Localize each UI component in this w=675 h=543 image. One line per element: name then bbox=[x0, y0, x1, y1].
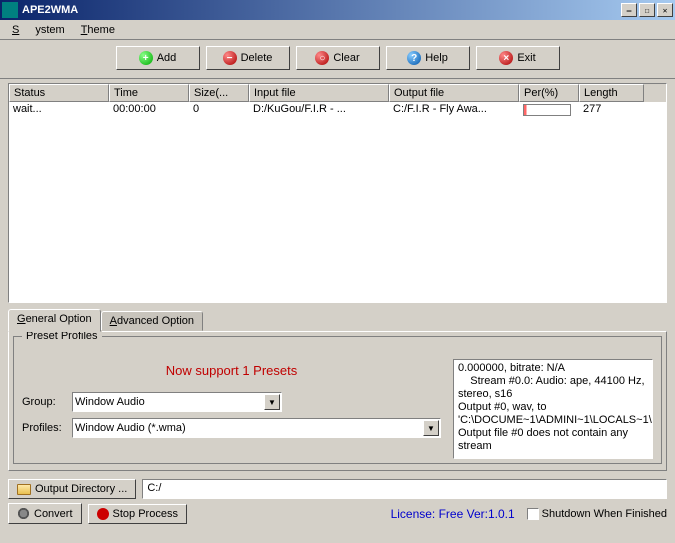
action-row: Convert Stop Process License: Free Ver:1… bbox=[8, 503, 667, 524]
col-output[interactable]: Output file bbox=[389, 84, 519, 102]
col-length[interactable]: Length bbox=[579, 84, 644, 102]
cell-output: C:/F.I.R - Fly Awa... bbox=[389, 102, 519, 118]
file-grid: Status Time Size(... Input file Output f… bbox=[8, 83, 667, 303]
help-button[interactable]: ?Help bbox=[386, 46, 470, 70]
cell-size: 0 bbox=[189, 102, 249, 118]
grid-header: Status Time Size(... Input file Output f… bbox=[9, 84, 666, 102]
maximize-button[interactable]: ☐ bbox=[639, 3, 655, 17]
table-row[interactable]: wait... 00:00:00 0 D:/KuGou/F.I.R - ... … bbox=[9, 102, 666, 118]
col-status[interactable]: Status bbox=[9, 84, 109, 102]
tab-general[interactable]: General Option bbox=[8, 309, 101, 332]
add-button[interactable]: +Add bbox=[116, 46, 200, 70]
menu-system[interactable]: System bbox=[4, 22, 73, 38]
menu-theme[interactable]: Theme bbox=[73, 22, 123, 38]
output-directory-button[interactable]: Output Directory ... bbox=[8, 479, 136, 499]
group-combo[interactable]: Window Audio ▼ bbox=[72, 392, 282, 412]
app-icon bbox=[2, 2, 18, 18]
plus-icon: + bbox=[139, 51, 153, 65]
stop-button[interactable]: Stop Process bbox=[88, 504, 187, 524]
license-text: License: Free Ver:1.0.1 bbox=[391, 507, 515, 521]
group-label: Group: bbox=[22, 396, 72, 408]
exit-button[interactable]: ×Exit bbox=[476, 46, 560, 70]
toolbar: +Add −Delete ○Clear ?Help ×Exit bbox=[0, 40, 675, 79]
title-bar: APE2WMA — ☐ ✕ bbox=[0, 0, 675, 20]
output-path-input[interactable]: C:/ bbox=[142, 479, 667, 499]
folder-icon bbox=[17, 484, 31, 495]
close-button[interactable]: ✕ bbox=[657, 3, 673, 17]
cell-per bbox=[519, 102, 579, 118]
stop-icon bbox=[97, 508, 109, 520]
convert-button[interactable]: Convert bbox=[8, 503, 82, 524]
cell-status: wait... bbox=[9, 102, 109, 118]
col-size[interactable]: Size(... bbox=[189, 84, 249, 102]
progress-bar bbox=[523, 104, 571, 116]
tab-panel: Preset Profiles Now support 1 Presets Gr… bbox=[8, 331, 667, 471]
output-row: Output Directory ... C:/ bbox=[8, 479, 667, 499]
minus-icon: − bbox=[223, 51, 237, 65]
minimize-button[interactable]: — bbox=[621, 3, 637, 17]
shutdown-checkbox[interactable] bbox=[527, 508, 539, 520]
col-per[interactable]: Per(%) bbox=[519, 84, 579, 102]
tab-bar: General Option Advanced Option bbox=[8, 309, 667, 331]
gear-icon bbox=[17, 507, 30, 520]
tab-advanced[interactable]: Advanced Option bbox=[101, 311, 203, 331]
col-input[interactable]: Input file bbox=[249, 84, 389, 102]
chevron-down-icon: ▼ bbox=[264, 394, 280, 410]
log-output: 0.000000, bitrate: N/A Stream #0.0: Audi… bbox=[453, 359, 653, 459]
col-time[interactable]: Time bbox=[109, 84, 189, 102]
preset-fieldset: Preset Profiles Now support 1 Presets Gr… bbox=[13, 336, 662, 464]
cell-time: 00:00:00 bbox=[109, 102, 189, 118]
shutdown-label: Shutdown When Finished bbox=[542, 508, 667, 520]
exit-icon: × bbox=[499, 51, 513, 65]
menu-bar: System Theme bbox=[0, 20, 675, 40]
profiles-combo[interactable]: Window Audio (*.wma) ▼ bbox=[72, 418, 441, 438]
question-icon: ? bbox=[407, 51, 421, 65]
clear-icon: ○ bbox=[315, 51, 329, 65]
cell-length: 277 bbox=[579, 102, 644, 118]
clear-button[interactable]: ○Clear bbox=[296, 46, 380, 70]
window-title: APE2WMA bbox=[22, 4, 621, 16]
delete-button[interactable]: −Delete bbox=[206, 46, 290, 70]
preset-message: Now support 1 Presets bbox=[22, 363, 441, 378]
chevron-down-icon: ▼ bbox=[423, 420, 439, 436]
profiles-label: Profiles: bbox=[22, 422, 72, 434]
cell-input: D:/KuGou/F.I.R - ... bbox=[249, 102, 389, 118]
